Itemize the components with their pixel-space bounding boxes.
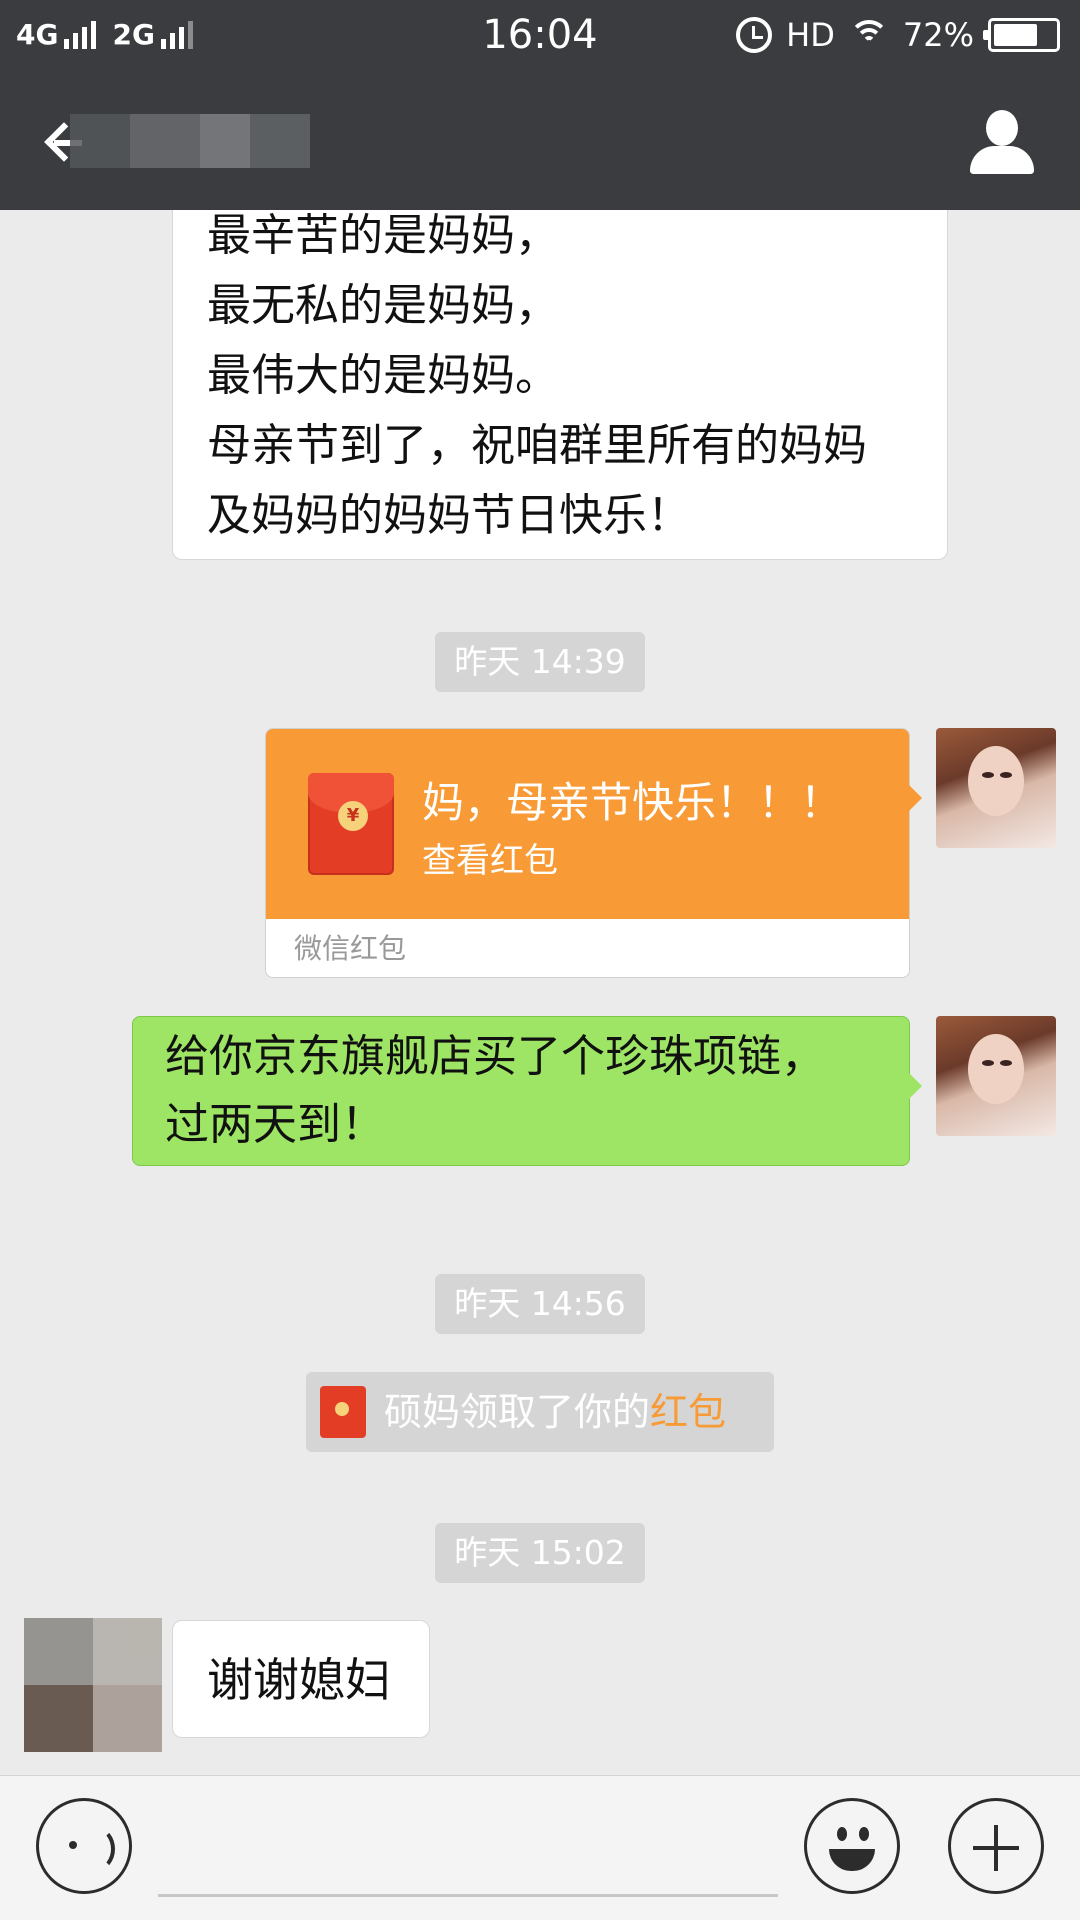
red-packet-footer: 微信红包 <box>266 919 909 977</box>
timestamp: 昨天 14:56 <box>435 1274 645 1334</box>
battery-percent: 72% <box>902 16 974 54</box>
alarm-icon <box>736 17 773 53</box>
system-message-red-packet-claimed: 硕妈领取了你的红包 <box>306 1372 774 1452</box>
poem-line: 最无私的是妈妈， <box>207 280 559 331</box>
bubble-tail <box>908 784 922 812</box>
red-packet-title: 妈，母亲节快乐！！！ <box>422 778 843 827</box>
red-packet-icon: ¥ <box>308 773 394 875</box>
bubble-tail <box>908 1072 922 1100</box>
timestamp: 昨天 15:02 <box>435 1523 645 1583</box>
chat-area[interactable]: 最辛苦的是妈妈， 最无私的是妈妈， 最伟大的是妈妈。 母亲节到了，祝咱群里所有的… <box>0 210 1080 1775</box>
battery-fill <box>994 24 1038 46</box>
red-packet-link[interactable]: 红包 <box>650 1390 726 1434</box>
poem-line: 最辛苦的是妈妈， <box>207 210 559 261</box>
red-packet-small-icon <box>320 1386 366 1438</box>
voice-icon[interactable] <box>36 1798 132 1894</box>
message-bubble-poem[interactable]: 最辛苦的是妈妈， 最无私的是妈妈， 最伟大的是妈妈。 母亲节到了，祝咱群里所有的… <box>172 210 948 560</box>
poem-line: 母亲节到了，祝咱群里所有的妈妈 <box>207 420 867 471</box>
input-bar <box>0 1775 1080 1920</box>
red-packet-message[interactable]: ¥ 妈，母亲节快乐！！！ 查看红包 微信红包 <box>265 728 910 978</box>
timestamp: 昨天 14:39 <box>435 632 645 692</box>
emoji-icon[interactable] <box>804 1798 900 1894</box>
message-line: 过两天到！ <box>165 1099 385 1150</box>
avatar-self[interactable] <box>936 1016 1056 1136</box>
battery-icon <box>983 18 1060 52</box>
message-line: 给你京东旗舰店买了个珍珠项链， <box>165 1031 825 1082</box>
message-bubble-received[interactable]: 谢谢媳妇 <box>172 1620 430 1738</box>
plus-icon[interactable] <box>948 1798 1044 1894</box>
title-bar <box>0 76 1080 210</box>
avatar-contact-redacted[interactable] <box>24 1618 162 1752</box>
poem-line: 及妈妈的妈妈节日快乐！ <box>207 490 691 541</box>
message-input[interactable] <box>158 1894 778 1897</box>
status-bar: 4G 2G 16:04 HD 72% <box>0 0 1080 76</box>
status-icons: HD 72% <box>736 16 1060 54</box>
red-packet-body: ¥ 妈，母亲节快乐！！！ 查看红包 <box>266 729 909 919</box>
avatar-self[interactable] <box>936 728 1056 848</box>
message-bubble-sent[interactable]: 给你京东旗舰店买了个珍珠项链， 过两天到！ <box>132 1016 910 1166</box>
wifi-icon <box>848 20 889 50</box>
chat-title-redacted <box>70 106 330 176</box>
poem-line: 最伟大的是妈妈。 <box>207 350 559 401</box>
red-packet-subtitle: 查看红包 <box>422 841 558 881</box>
system-message-text: 硕妈领取了你的 <box>384 1390 651 1434</box>
hd-label: HD <box>786 16 835 54</box>
person-icon[interactable] <box>970 110 1034 174</box>
